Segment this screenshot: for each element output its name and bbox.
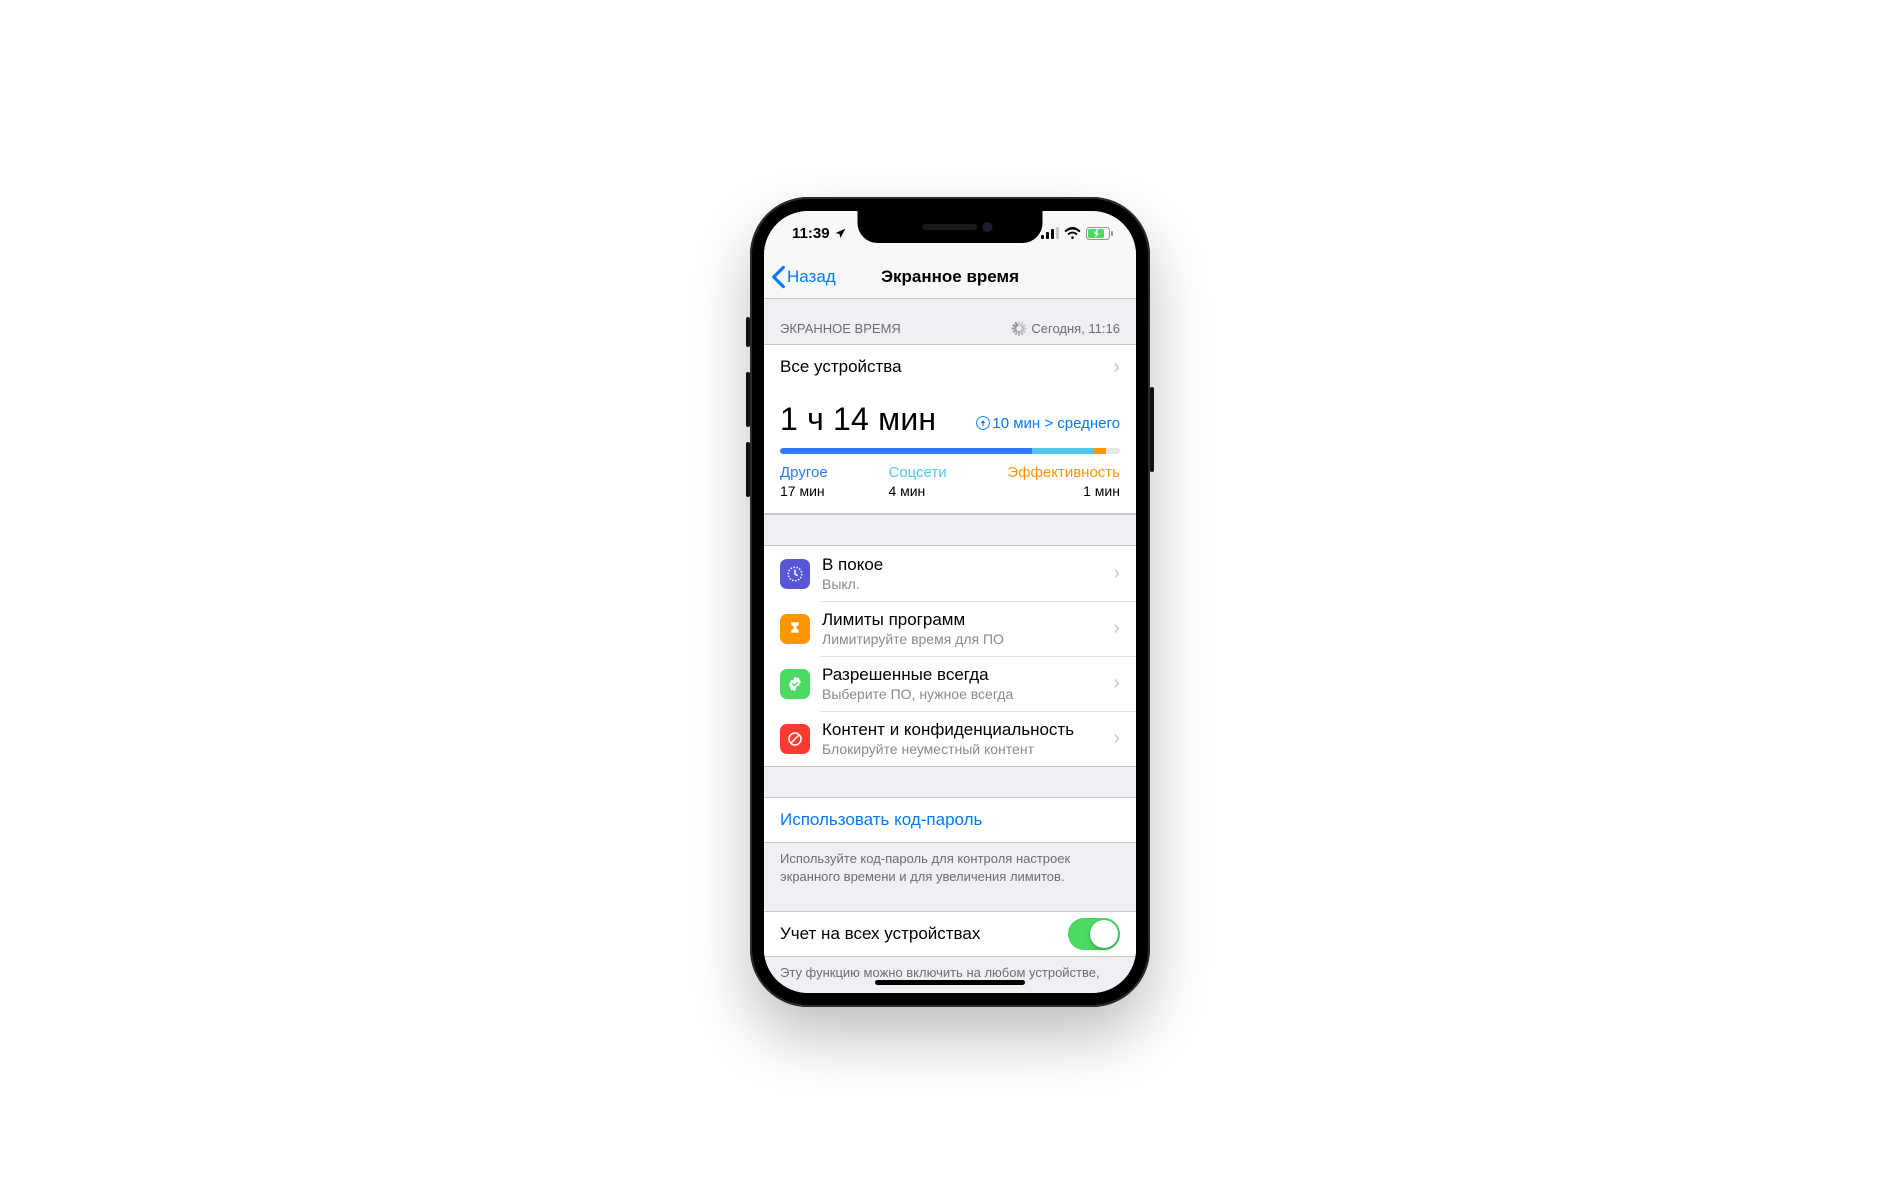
content-scroll[interactable]: ЭКРАННОЕ ВРЕМЯ — [764, 299, 1136, 993]
option-content-privacy[interactable]: Контент и конфиденциальность Блокируйте … — [764, 711, 1136, 766]
chevron-right-icon: › — [1113, 672, 1120, 695]
usage-bar-segment-social — [1032, 448, 1093, 454]
screen: 11:39 Назад Экранное время ЭКРАННОЕ ВРЕМ… — [764, 211, 1136, 993]
refresh-time: Сегодня, 11:16 — [1031, 321, 1120, 336]
usage-summary[interactable]: 1 ч 14 мин 10 мин > среднего Другое — [764, 389, 1136, 514]
share-across-devices-row: Учет на всех устройствах — [764, 912, 1136, 956]
loading-spinner-icon — [1010, 321, 1025, 336]
location-arrow-icon — [834, 227, 847, 240]
wifi-icon — [1064, 227, 1081, 239]
category-time: 1 мин — [1083, 483, 1120, 499]
iphone-frame: 11:39 Назад Экранное время ЭКРАННОЕ ВРЕМ… — [750, 197, 1150, 1007]
chevron-right-icon: › — [1113, 617, 1120, 640]
total-time: 1 ч 14 мин — [780, 401, 936, 438]
chevron-right-icon: › — [1113, 562, 1120, 585]
section-header-screentime: ЭКРАННОЕ ВРЕМЯ — [764, 299, 1136, 344]
usage-bar-segment-productivity — [1093, 448, 1107, 454]
all-devices-row[interactable]: Все устройства › — [764, 345, 1136, 389]
category-name: Другое — [780, 464, 828, 481]
silence-switch — [746, 317, 750, 347]
option-downtime[interactable]: В покое Выкл. › — [764, 546, 1136, 601]
option-app-limits[interactable]: Лимиты программ Лимитируйте время для ПО… — [764, 601, 1136, 656]
option-title: Лимиты программ — [822, 610, 1113, 630]
home-indicator[interactable] — [875, 980, 1025, 985]
option-title: Контент и конфиденциальность — [822, 720, 1113, 740]
option-subtitle: Выкл. — [822, 576, 1113, 592]
passcode-group: Использовать код-пароль — [764, 797, 1136, 843]
category-time: 4 мин — [888, 483, 946, 499]
usage-bar-segment-other — [780, 448, 1032, 454]
status-time: 11:39 — [792, 225, 830, 242]
option-subtitle: Блокируйте неуместный контент — [822, 741, 1113, 757]
chevron-right-icon: › — [1113, 356, 1120, 379]
option-title: В покое — [822, 555, 1113, 575]
category-name: Соцсети — [888, 464, 946, 481]
speaker-grill — [923, 224, 978, 230]
category-other: Другое 17 мин — [780, 464, 828, 499]
avg-comparison: 10 мин > среднего — [976, 415, 1120, 432]
section-header-label: ЭКРАННОЕ ВРЕМЯ — [780, 321, 901, 336]
all-devices-label: Все устройства — [780, 357, 1113, 377]
volume-up-button — [746, 372, 750, 427]
power-button — [1150, 387, 1154, 472]
use-passcode-button[interactable]: Использовать код-пароль — [764, 798, 1136, 842]
chevron-left-icon — [770, 265, 787, 289]
hourglass-icon — [780, 614, 810, 644]
option-subtitle: Выберите ПО, нужное всегда — [822, 686, 1113, 702]
share-label: Учет на всех устройствах — [780, 924, 1068, 944]
option-subtitle: Лимитируйте время для ПО — [822, 631, 1113, 647]
category-productivity: Эффективность 1 мин — [1007, 464, 1120, 499]
no-sign-icon — [780, 724, 810, 754]
checkmark-seal-icon — [780, 669, 810, 699]
front-camera — [983, 222, 993, 232]
category-name: Эффективность — [1007, 464, 1120, 481]
notch — [858, 211, 1043, 243]
back-label: Назад — [787, 267, 836, 287]
options-group: В покое Выкл. › Лимиты программ Лимитиру… — [764, 545, 1136, 767]
share-group: Учет на всех устройствах — [764, 911, 1136, 957]
volume-down-button — [746, 442, 750, 497]
option-always-allowed[interactable]: Разрешенные всегда Выберите ПО, нужное в… — [764, 656, 1136, 711]
cellular-signal-icon — [1041, 227, 1059, 239]
category-social: Соцсети 4 мин — [888, 464, 946, 499]
option-title: Разрешенные всегда — [822, 665, 1113, 685]
arrow-up-circle-icon — [976, 416, 990, 430]
downtime-icon — [780, 559, 810, 589]
battery-charging-icon — [1086, 227, 1114, 240]
passcode-footer: Используйте код-пароль для контроля наст… — [764, 843, 1136, 885]
use-passcode-label: Использовать код-пароль — [780, 810, 982, 830]
category-time: 17 мин — [780, 483, 828, 499]
back-button[interactable]: Назад — [764, 265, 836, 289]
category-row: Другое 17 мин Соцсети 4 мин Эффективност… — [780, 464, 1120, 499]
usage-group: Все устройства › 1 ч 14 мин 10 мин > сре… — [764, 344, 1136, 515]
share-footer: Эту функцию можно включить на любом устр… — [764, 957, 1136, 982]
share-toggle[interactable] — [1068, 918, 1120, 950]
chevron-right-icon: › — [1113, 727, 1120, 750]
nav-bar: Назад Экранное время — [764, 255, 1136, 299]
usage-bar — [780, 448, 1120, 454]
